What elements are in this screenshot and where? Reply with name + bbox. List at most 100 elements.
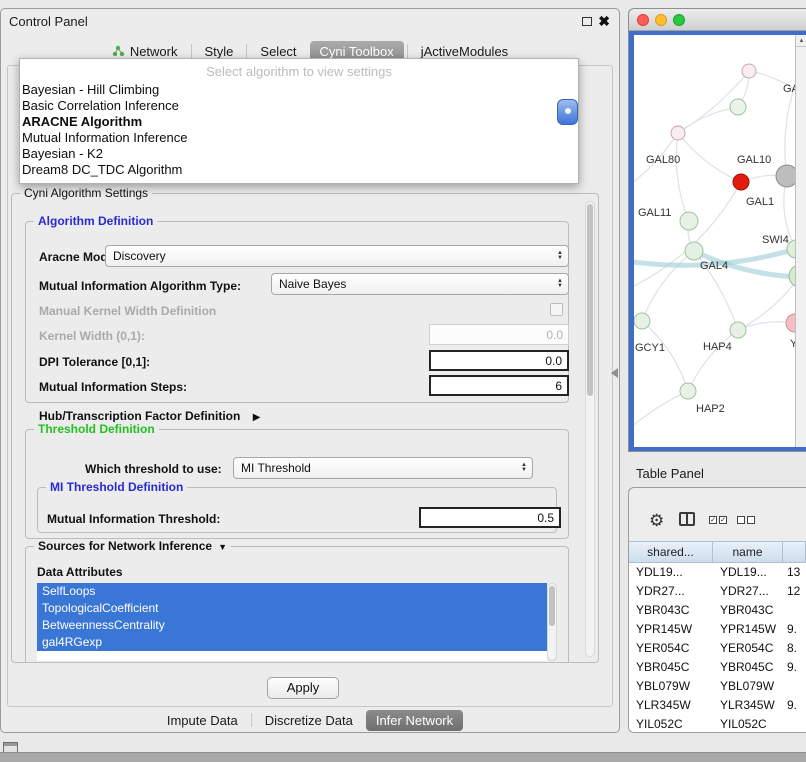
table-panel-title: Table Panel	[636, 466, 704, 481]
network-node-label: SWI4	[762, 234, 789, 246]
network-node[interactable]	[776, 165, 795, 187]
dropdown-option-aracne[interactable]: ARACNE Algorithm	[20, 114, 578, 130]
scroll-up-icon[interactable]: ▲	[796, 35, 806, 47]
network-node[interactable]	[730, 99, 746, 115]
network-node-label: HAP2	[696, 403, 725, 415]
table-cell: YER054C	[713, 639, 783, 658]
network-node[interactable]	[730, 322, 746, 338]
mi-algorithm-type-combo[interactable]: Naive Bayes ▲▼	[271, 273, 569, 295]
network-node[interactable]	[742, 64, 756, 78]
column-header-partial[interactable]	[783, 542, 806, 562]
network-vertical-scrollbar[interactable]: ▲	[795, 35, 806, 447]
table-cell: YLR345W	[713, 696, 783, 715]
settings-scrollbar-thumb[interactable]	[587, 204, 593, 396]
tab-impute-data[interactable]: Impute Data	[157, 710, 248, 731]
column-header-shared-name[interactable]: shared...	[629, 542, 713, 562]
table-cell: 9.	[783, 658, 806, 677]
tab-discretize-data-label: Discretize Data	[265, 713, 353, 728]
mi-threshold-field[interactable]	[419, 507, 561, 528]
threshold-definition-title: Threshold Definition	[34, 422, 159, 436]
tab-discretize-data[interactable]: Discretize Data	[255, 710, 363, 731]
status-strip	[0, 752, 806, 762]
kernel-width-field[interactable]	[429, 324, 569, 345]
table-cell: YIL052C	[713, 715, 783, 732]
network-node[interactable]	[634, 313, 650, 329]
sources-title-row[interactable]: Sources for Network Inference▼	[34, 539, 231, 553]
table-row[interactable]: YDL19...YDL19...13	[629, 563, 806, 582]
deselect-all-icon[interactable]	[737, 516, 755, 524]
network-node[interactable]	[733, 174, 749, 190]
close-traffic-light[interactable]	[637, 14, 649, 26]
table-row[interactable]: YBR045CYBR045C9.	[629, 658, 806, 677]
attributes-list-scrollbar[interactable]	[547, 583, 557, 661]
network-canvas[interactable]: GAL80GAL10GAL1GAL11SWI4GAL4GCY1HAP4YHAP2…	[634, 35, 795, 447]
tab-separator	[246, 44, 247, 58]
list-item-gal4rgexp[interactable]: gal4RGexp	[37, 634, 547, 651]
dpi-tolerance-field[interactable]	[429, 350, 569, 371]
network-graph: GAL80GAL10GAL1GAL11SWI4GAL4GCY1HAP4YHAP2…	[634, 35, 795, 447]
dropdown-option-bayesian-k2[interactable]: Bayesian - K2	[20, 146, 578, 162]
network-node[interactable]	[680, 383, 696, 399]
zoom-traffic-light[interactable]	[673, 14, 685, 26]
sources-title: Sources for Network Inference	[38, 539, 212, 553]
which-threshold-combo[interactable]: MI Threshold ▲▼	[233, 457, 533, 479]
tab-select-label: Select	[260, 44, 296, 59]
table-cell: YBR043C	[629, 601, 713, 620]
aracne-mode-combo[interactable]: Discovery ▲▼	[105, 245, 569, 267]
list-item-topologicalcoefficient[interactable]: TopologicalCoefficient	[37, 600, 547, 617]
gear-icon[interactable]: ⚙	[649, 512, 664, 529]
close-icon[interactable]: ✖	[598, 13, 610, 29]
table-row[interactable]: YIL052CYIL052C	[629, 715, 806, 732]
dpi-tolerance-label: DPI Tolerance [0,1]:	[39, 355, 150, 369]
table-row[interactable]: YBR043CYBR043C	[629, 601, 806, 620]
tab-jactivemodules-label: jActiveModules	[421, 44, 508, 59]
table-row[interactable]: YER054CYER054C8.	[629, 639, 806, 658]
combo-arrows-icon: ▲▼	[516, 463, 532, 473]
settings-scrollbar[interactable]	[585, 201, 595, 657]
combo-arrows-icon: ▲▼	[552, 251, 568, 261]
dropdown-option-dream8[interactable]: Dream8 DC_TDC Algorithm	[20, 162, 578, 178]
dropdown-placeholder: Select algorithm to view settings	[20, 62, 578, 82]
table-row[interactable]: YDR27...YDR27...12	[629, 582, 806, 601]
network-node[interactable]	[671, 126, 685, 140]
table-cell: YLR345W	[629, 696, 713, 715]
select-all-icon[interactable]: ✓✓	[709, 516, 727, 524]
float-window-icon[interactable]	[582, 17, 592, 26]
network-node[interactable]	[685, 242, 703, 260]
list-item-selfloops[interactable]: SelfLoops	[37, 583, 547, 600]
table-cell	[783, 715, 806, 732]
manual-kernel-width-checkbox[interactable]	[550, 303, 563, 316]
table-cell: YPR145W	[629, 620, 713, 639]
network-edge	[678, 107, 738, 133]
column-selector-icon[interactable]	[679, 512, 695, 526]
column-header-name[interactable]: name	[713, 542, 783, 562]
network-node[interactable]	[786, 314, 795, 332]
apply-button[interactable]: Apply	[267, 677, 339, 699]
network-node-label: GAL	[783, 83, 795, 95]
table-row[interactable]: YPR145WYPR145W9.	[629, 620, 806, 639]
tab-infer-network[interactable]: Infer Network	[366, 710, 463, 731]
network-node[interactable]	[680, 212, 698, 230]
table-row[interactable]: YLR345WYLR345W9.	[629, 696, 806, 715]
dropdown-option-mutual-information[interactable]: Mutual Information Inference	[20, 130, 578, 146]
minimize-traffic-light[interactable]	[655, 14, 667, 26]
algorithm-definition-title: Algorithm Definition	[34, 214, 157, 228]
dropdown-option-bayesian-hill-climbing[interactable]: Bayesian - Hill Climbing	[20, 82, 578, 98]
checked-box-icon: ✓	[719, 516, 727, 524]
table-row[interactable]: YBL079WYBL079W	[629, 677, 806, 696]
tab-separator	[191, 44, 192, 58]
table-cell	[783, 601, 806, 620]
unchecked-box-icon	[737, 516, 745, 524]
algorithm-combo-button-fragment[interactable]	[557, 99, 578, 125]
list-item-betweennesscentrality[interactable]: BetweennessCentrality	[37, 617, 547, 634]
table-cell: YDL19...	[629, 563, 713, 582]
data-attributes-list: SelfLoops TopologicalCoefficient Between…	[37, 583, 547, 661]
table-cell: 9.	[783, 696, 806, 715]
table-cell: YIL052C	[629, 715, 713, 732]
network-node-label: HAP4	[703, 341, 732, 353]
table-cell: 9.	[783, 620, 806, 639]
attributes-list-scrollbar-thumb[interactable]	[549, 586, 555, 626]
dropdown-option-basic-correlation[interactable]: Basic Correlation Inference	[20, 98, 578, 114]
mi-steps-field[interactable]	[429, 375, 569, 396]
splitter-collapse-icon[interactable]	[611, 368, 618, 378]
